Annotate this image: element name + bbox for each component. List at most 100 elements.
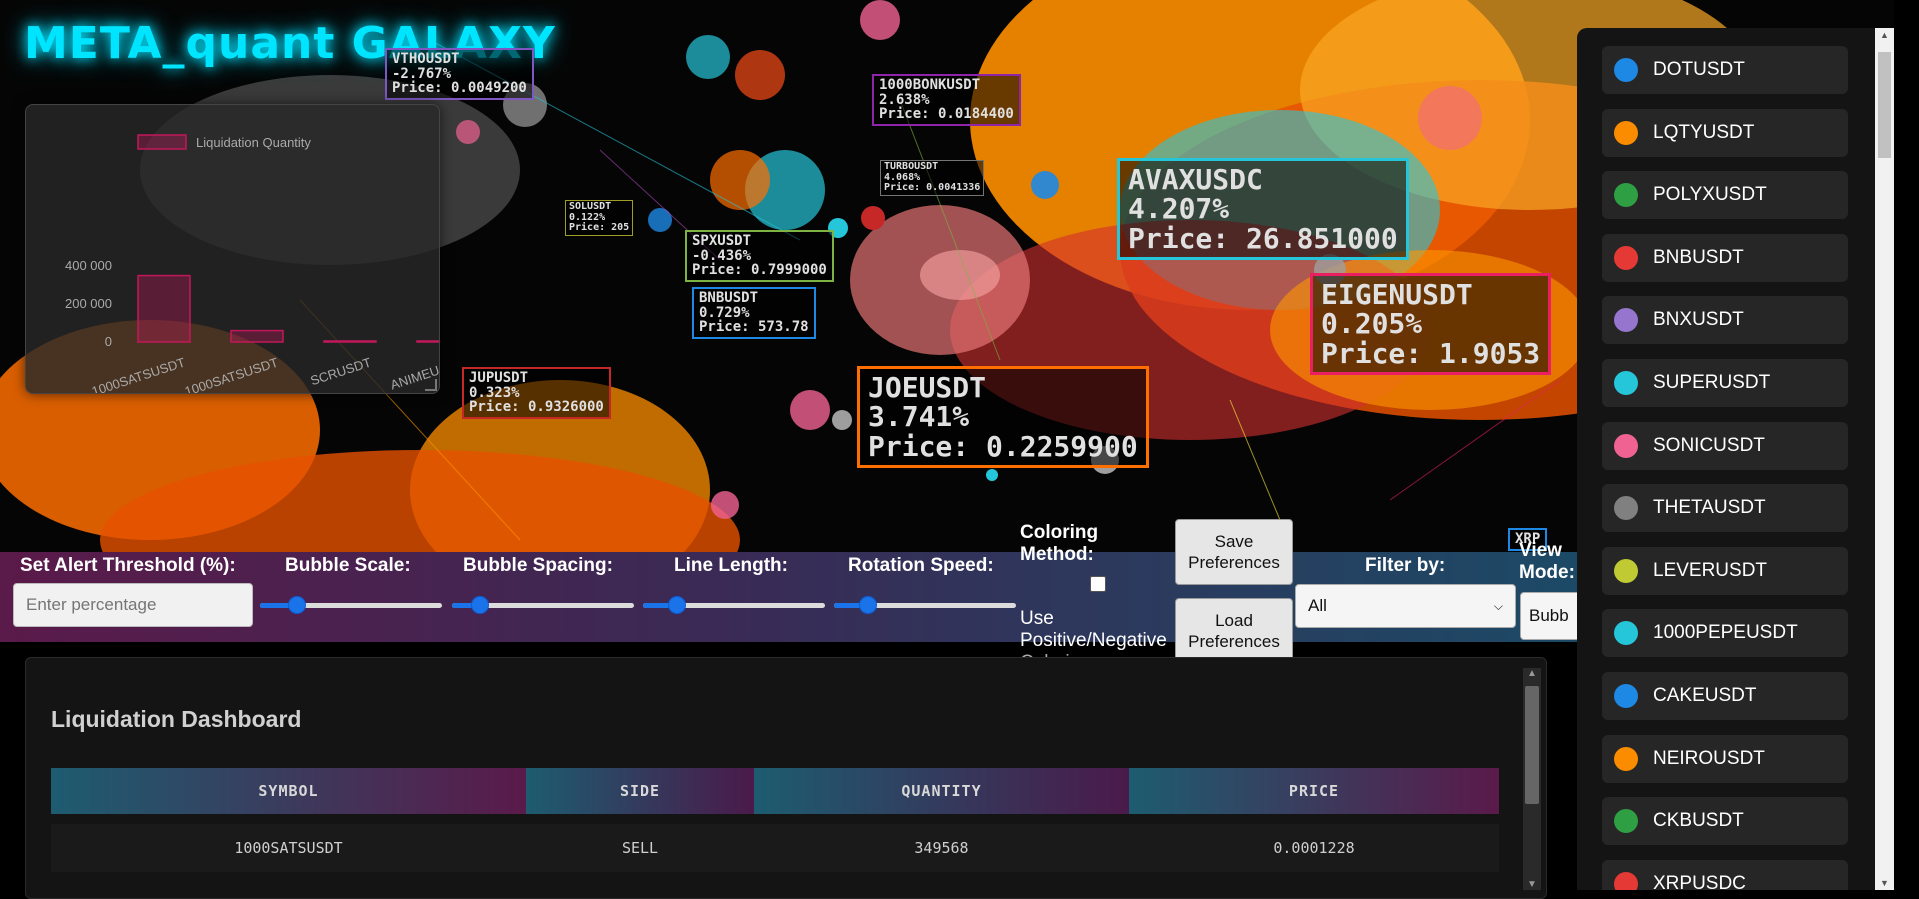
symbol-list-item[interactable]: SONICUSDT bbox=[1602, 421, 1848, 470]
symbol-color-dot-icon bbox=[1614, 621, 1638, 646]
filter-select[interactable]: All ⌵ bbox=[1295, 584, 1516, 628]
bubble-label-price: Price: 0.0184400 bbox=[879, 106, 1014, 123]
liquidation-dashboard: Liquidation Dashboard SYMBOL SIDE QUANTI… bbox=[25, 657, 1547, 899]
bubble-label[interactable]: BNBUSDT 0.729% Price: 573.78 bbox=[692, 287, 816, 340]
bubble-label-pct: 0.729% bbox=[699, 304, 750, 321]
y-tick-label: 200 000 bbox=[65, 296, 112, 311]
symbol-list-item[interactable]: 1000PEPEUSDT bbox=[1602, 609, 1848, 658]
bubble-label-symbol: AVAXUSDC bbox=[1128, 163, 1263, 196]
bubble-label-pct: -2.767% bbox=[392, 65, 452, 82]
line-length-slider[interactable] bbox=[643, 596, 825, 614]
symbol-list-item[interactable]: LEVERUSDT bbox=[1602, 546, 1848, 595]
cell-side: SELL bbox=[526, 814, 754, 872]
symbol-color-dot-icon bbox=[1614, 558, 1638, 583]
bubble-label[interactable]: SOLUSDT 0.122% Price: 205 bbox=[565, 200, 634, 236]
symbol-list-item[interactable]: CAKEUSDT bbox=[1602, 672, 1848, 720]
column-header-price[interactable]: PRICE bbox=[1129, 768, 1499, 819]
bubble-label-symbol: JOEUSDT bbox=[868, 371, 987, 404]
bubble-label[interactable]: 1000BONKUSDT 2.638% Price: 0.0184400 bbox=[872, 74, 1021, 127]
symbol-color-dot-icon bbox=[1614, 684, 1638, 708]
bubble-label[interactable]: JUPUSDT 0.323% Price: 0.9326000 bbox=[462, 367, 611, 420]
bubble-label[interactable]: EIGENUSDT 0.205% Price: 1.9053 bbox=[1310, 273, 1552, 376]
bubble-label[interactable]: SPXUSDT -0.436% Price: 0.7999000 bbox=[685, 230, 834, 283]
symbol-name: SUPERUSDT bbox=[1653, 372, 1771, 393]
bubble-label[interactable]: TURBOUSDT 4.068% Price: 0.0041336 bbox=[880, 160, 985, 196]
table-row[interactable]: 1000SATSUSDT SELL 349568 0.0001228 bbox=[51, 814, 1499, 872]
bubble-label-pct: 4.207% bbox=[1128, 192, 1230, 226]
bubble-label-price: Price: 0.0041336 bbox=[884, 182, 981, 193]
load-preferences-button[interactable]: Load Preferences bbox=[1175, 598, 1293, 664]
bubble-scale-slider[interactable] bbox=[260, 596, 442, 614]
symbol-list-item[interactable]: DOTUSDT bbox=[1602, 46, 1848, 94]
bubble-spacing-label: Bubble Spacing: bbox=[463, 555, 613, 576]
symbol-list-item[interactable]: BNBUSDT bbox=[1602, 233, 1848, 282]
scroll-down-icon[interactable]: ▼ bbox=[1523, 879, 1541, 890]
bar bbox=[416, 340, 439, 343]
column-header-symbol[interactable]: SYMBOL bbox=[51, 768, 526, 819]
bar bbox=[137, 274, 191, 343]
bubble-label-symbol: EIGENUSDT bbox=[1321, 278, 1473, 311]
positive-negative-checkbox[interactable] bbox=[1090, 576, 1106, 592]
symbol-list-panel: DOTUSDT LQTYUSDT POLYXUSDT BNBUSDT BNXUSDT SU… bbox=[1577, 28, 1877, 890]
view-mode-label-line1: View bbox=[1519, 540, 1562, 561]
symbol-color-dot-icon bbox=[1614, 308, 1638, 333]
x-tick-label: 1000SATSUSDT bbox=[90, 355, 187, 393]
symbol-color-dot-icon bbox=[1614, 245, 1638, 270]
bubble-label-symbol: JUPUSDT bbox=[469, 370, 529, 386]
filter-selected-value: All bbox=[1308, 596, 1327, 615]
bubble-label-symbol: BNBUSDT bbox=[699, 290, 759, 306]
resize-handle[interactable] bbox=[425, 379, 437, 391]
bar bbox=[230, 329, 284, 343]
scroll-up-icon[interactable]: ▲ bbox=[1523, 668, 1541, 679]
symbol-color-dot-icon bbox=[1614, 433, 1638, 458]
dashboard-scrollbar[interactable]: ▲ ▼ bbox=[1523, 668, 1541, 890]
chevron-down-icon: ⌵ bbox=[1493, 598, 1503, 613]
x-tick-label: 1000SATSUSDT bbox=[183, 355, 280, 393]
scroll-down-icon[interactable]: ▼ bbox=[1875, 878, 1894, 888]
liquidation-chart-panel[interactable]: Liquidation Quantity 400 000 200 000 0 1000S… bbox=[25, 104, 440, 394]
symbol-list-item[interactable]: SUPERUSDT bbox=[1602, 359, 1848, 407]
symbol-list-item[interactable]: LQTYUSDT bbox=[1602, 108, 1848, 157]
scrollbar-thumb[interactable] bbox=[1878, 52, 1891, 158]
view-mode-selected-value: Bubb bbox=[1529, 606, 1569, 625]
bubble-label-price: Price: 26.851000 bbox=[1128, 221, 1398, 255]
symbol-panel-scrollbar[interactable]: ▲ ▼ bbox=[1875, 28, 1894, 890]
bubble-label-price: Price: 573.78 bbox=[699, 319, 809, 336]
bubble-label-symbol: SOLUSDT bbox=[569, 201, 612, 212]
symbol-color-dot-icon bbox=[1614, 746, 1638, 771]
bubble-label-pct: 0.205% bbox=[1321, 307, 1423, 341]
symbol-list-item[interactable]: POLYXUSDT bbox=[1602, 171, 1848, 220]
filter-label: Filter by: bbox=[1365, 555, 1446, 576]
symbol-list-item[interactable]: THETAUSDT bbox=[1602, 484, 1848, 533]
bubble-label-price: Price: 205 bbox=[569, 222, 630, 233]
symbol-name: BNXUSDT bbox=[1653, 309, 1744, 331]
bubble-label-symbol: TURBOUSDT bbox=[884, 161, 939, 172]
alert-threshold-input[interactable] bbox=[13, 583, 253, 627]
symbol-list-item[interactable]: CKBUSDT bbox=[1602, 797, 1848, 846]
bubble-label-price: Price: 1.9053 bbox=[1321, 336, 1541, 370]
symbol-name: LEVERUSDT bbox=[1653, 559, 1768, 581]
coloring-option-line2: Positive/Negative bbox=[1020, 630, 1167, 651]
cell-price: 0.0001228 bbox=[1129, 814, 1499, 872]
bubble-label[interactable]: JOEUSDT 3.741% Price: 0.2259900 bbox=[857, 366, 1149, 469]
symbol-list-item[interactable]: BNXUSDT bbox=[1602, 296, 1848, 345]
scrollbar-thumb[interactable] bbox=[1525, 686, 1539, 804]
symbol-name: 1000PEPEUSDT bbox=[1653, 622, 1798, 644]
cell-symbol: 1000SATSUSDT bbox=[51, 814, 526, 872]
symbol-name: NEIROUSDT bbox=[1653, 747, 1765, 769]
save-preferences-button[interactable]: Save Preferences bbox=[1175, 519, 1293, 585]
scroll-up-icon[interactable]: ▲ bbox=[1875, 30, 1894, 40]
legend-swatch bbox=[137, 134, 187, 150]
bubble-spacing-slider[interactable] bbox=[452, 596, 634, 614]
column-header-quantity[interactable]: QUANTITY bbox=[754, 768, 1129, 819]
column-header-side[interactable]: SIDE bbox=[526, 768, 754, 819]
symbol-list-item[interactable]: XRPUSDC bbox=[1602, 859, 1848, 890]
view-mode-select[interactable]: Bubb bbox=[1520, 592, 1580, 640]
rotation-speed-slider[interactable] bbox=[834, 596, 1016, 614]
symbol-list-item[interactable]: NEIROUSDT bbox=[1602, 734, 1848, 783]
bubble-label-pct: 0.323% bbox=[469, 384, 520, 401]
bubble-label-price: Price: 0.9326000 bbox=[469, 399, 604, 416]
y-tick-label: 0 bbox=[105, 334, 112, 349]
bubble-label[interactable]: VTHOUSDT -2.767% Price: 0.0049200 bbox=[385, 48, 534, 101]
bubble-label[interactable]: AVAXUSDC 4.207% Price: 26.851000 bbox=[1117, 158, 1409, 261]
